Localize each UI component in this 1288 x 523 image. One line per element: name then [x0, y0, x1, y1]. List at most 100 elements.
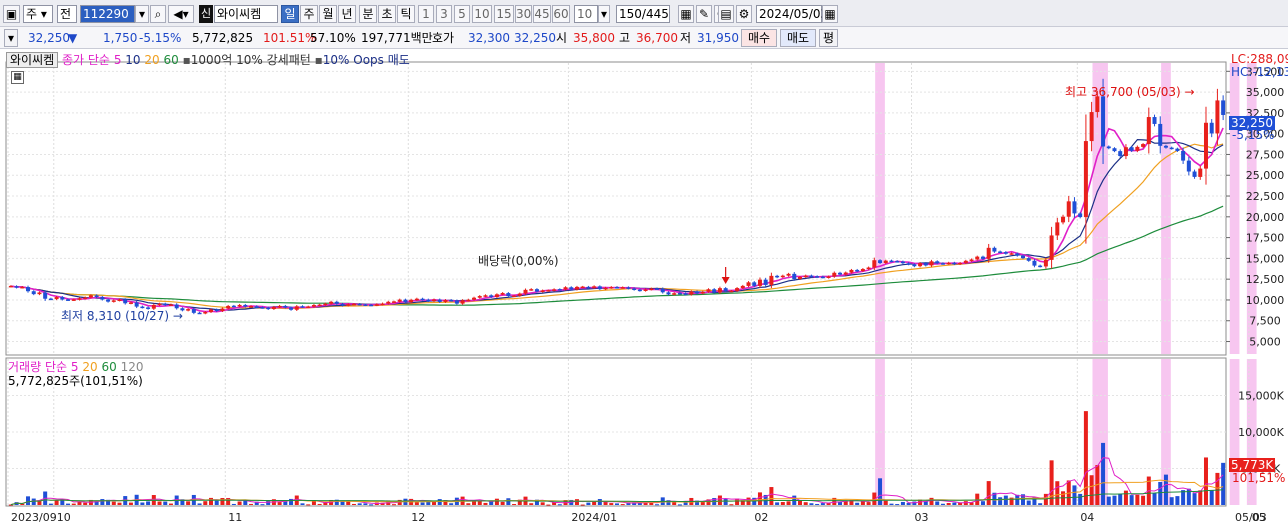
candle: [586, 286, 591, 289]
code-input[interactable]: 112290: [80, 5, 135, 23]
interval-10-button[interactable]: 10: [472, 5, 492, 23]
volume-bar: [357, 503, 362, 505]
save-icon[interactable]: ▤: [718, 5, 734, 23]
candle: [1061, 216, 1066, 223]
volume-bar: [757, 492, 762, 505]
y-tick-label: 22,500: [1246, 190, 1285, 203]
buy-button[interactable]: 매수: [741, 29, 777, 47]
interval-5-button[interactable]: 5: [454, 5, 470, 23]
interval-3-button[interactable]: 3: [436, 5, 452, 23]
candle: [48, 298, 53, 301]
candle: [620, 287, 625, 289]
volume-bar: [140, 502, 145, 505]
vol-ma120-legend: 120: [120, 360, 144, 374]
volume-bar: [729, 504, 734, 506]
x-tick-label: 03: [914, 511, 928, 523]
grid-tool-icon[interactable]: ▦: [678, 5, 694, 23]
volume-bar: [163, 501, 168, 505]
volume-bar: [168, 503, 173, 505]
candle: [1112, 148, 1117, 152]
high-annotation: 최고 36,700 (05/03) →: [1065, 85, 1195, 99]
period-week-button[interactable]: 주: [300, 5, 318, 23]
volume-bar: [363, 503, 368, 505]
volume-bar: [214, 500, 219, 505]
candle: [655, 288, 660, 290]
volume-bar: [580, 504, 585, 506]
candle: [592, 286, 597, 288]
table-icon[interactable]: ▦: [11, 71, 24, 84]
candle: [111, 300, 116, 302]
draw-tool-icon[interactable]: ✎: [696, 5, 712, 23]
gear-icon[interactable]: ⚙: [736, 5, 752, 23]
candle: [929, 261, 934, 266]
interval-custom-field[interactable]: 10: [574, 5, 598, 23]
search-icon[interactable]: ⌕: [150, 5, 166, 23]
interval-dropdown-icon[interactable]: ▾: [598, 5, 610, 23]
interval-15-button[interactable]: 15: [494, 5, 514, 23]
candle: [409, 299, 414, 303]
volume-bar: [1038, 503, 1043, 505]
candle: [660, 288, 665, 293]
stock-legend[interactable]: 와이씨켐: [6, 52, 59, 68]
volume-bar: [1203, 457, 1208, 505]
interval-45-button[interactable]: 45: [533, 5, 551, 23]
market-select[interactable]: 전: [57, 5, 77, 23]
candle: [918, 263, 923, 267]
sound-icon[interactable]: ◀▾: [168, 5, 194, 23]
candle: [351, 303, 356, 306]
volume-bar: [26, 496, 31, 505]
interval-1-button[interactable]: 1: [418, 5, 434, 23]
candle: [723, 288, 728, 292]
turnover: 57.10%: [310, 31, 356, 45]
candle: [1106, 146, 1111, 149]
calendar-icon[interactable]: ▦: [822, 5, 838, 23]
candle: [426, 299, 431, 302]
high-label: 고: [619, 31, 631, 45]
ma5-legend: 5: [113, 53, 122, 67]
volume-bar: [243, 500, 248, 505]
ask-label: 호가: [432, 31, 455, 45]
volume-bar: [512, 504, 517, 506]
volume-pct-label: 101,51%: [1232, 471, 1286, 485]
code-dropdown-icon[interactable]: ▾: [135, 5, 149, 23]
period-minute-button[interactable]: 분: [359, 5, 377, 23]
vol-legend-title: 거래량: [8, 360, 42, 374]
volume-bar: [266, 501, 271, 505]
candle: [958, 262, 963, 265]
period-second-button[interactable]: 초: [378, 5, 396, 23]
open-price: 35,800: [573, 31, 615, 45]
period-main-select[interactable]: 주 ▾: [23, 5, 53, 23]
candle: [1089, 112, 1094, 142]
volume-bar: [1015, 494, 1020, 505]
period-day-button[interactable]: 일: [281, 5, 299, 23]
candle: [1101, 96, 1106, 147]
interval-60-button[interactable]: 60: [552, 5, 570, 23]
interval-30-button[interactable]: 30: [515, 5, 532, 23]
period-tick-button[interactable]: 틱: [397, 5, 415, 23]
candle: [980, 256, 985, 259]
candle: [878, 260, 883, 264]
volume-bar: [249, 503, 254, 505]
candle: [420, 298, 425, 301]
candle: [803, 275, 808, 278]
candle: [512, 295, 517, 298]
period-year-button[interactable]: 년: [338, 5, 356, 23]
volume-bar: [883, 500, 888, 505]
eval-button[interactable]: 평: [819, 29, 838, 47]
volume-bar: [649, 502, 654, 505]
stock-name-field[interactable]: 와이씨켐: [214, 5, 278, 23]
stock-chart[interactable]: 2023/09 10 11 12 2024/01 02 03 04 0505/035,0007,…: [0, 49, 1288, 523]
period-month-button[interactable]: 월: [319, 5, 337, 23]
candle: [363, 304, 368, 306]
volume-bar: [146, 501, 151, 505]
candle: [1009, 253, 1014, 255]
candle: [1186, 160, 1191, 172]
count-field[interactable]: 150/445: [616, 5, 670, 23]
candle: [695, 291, 700, 294]
layout-icon[interactable]: ▣: [3, 5, 20, 23]
candle: [826, 276, 831, 279]
quote-menu-icon[interactable]: ▾: [4, 29, 18, 47]
date-field[interactable]: 2024/05/03: [756, 5, 828, 23]
sell-button[interactable]: 매도: [780, 29, 816, 47]
highlight-column: [1229, 63, 1240, 354]
